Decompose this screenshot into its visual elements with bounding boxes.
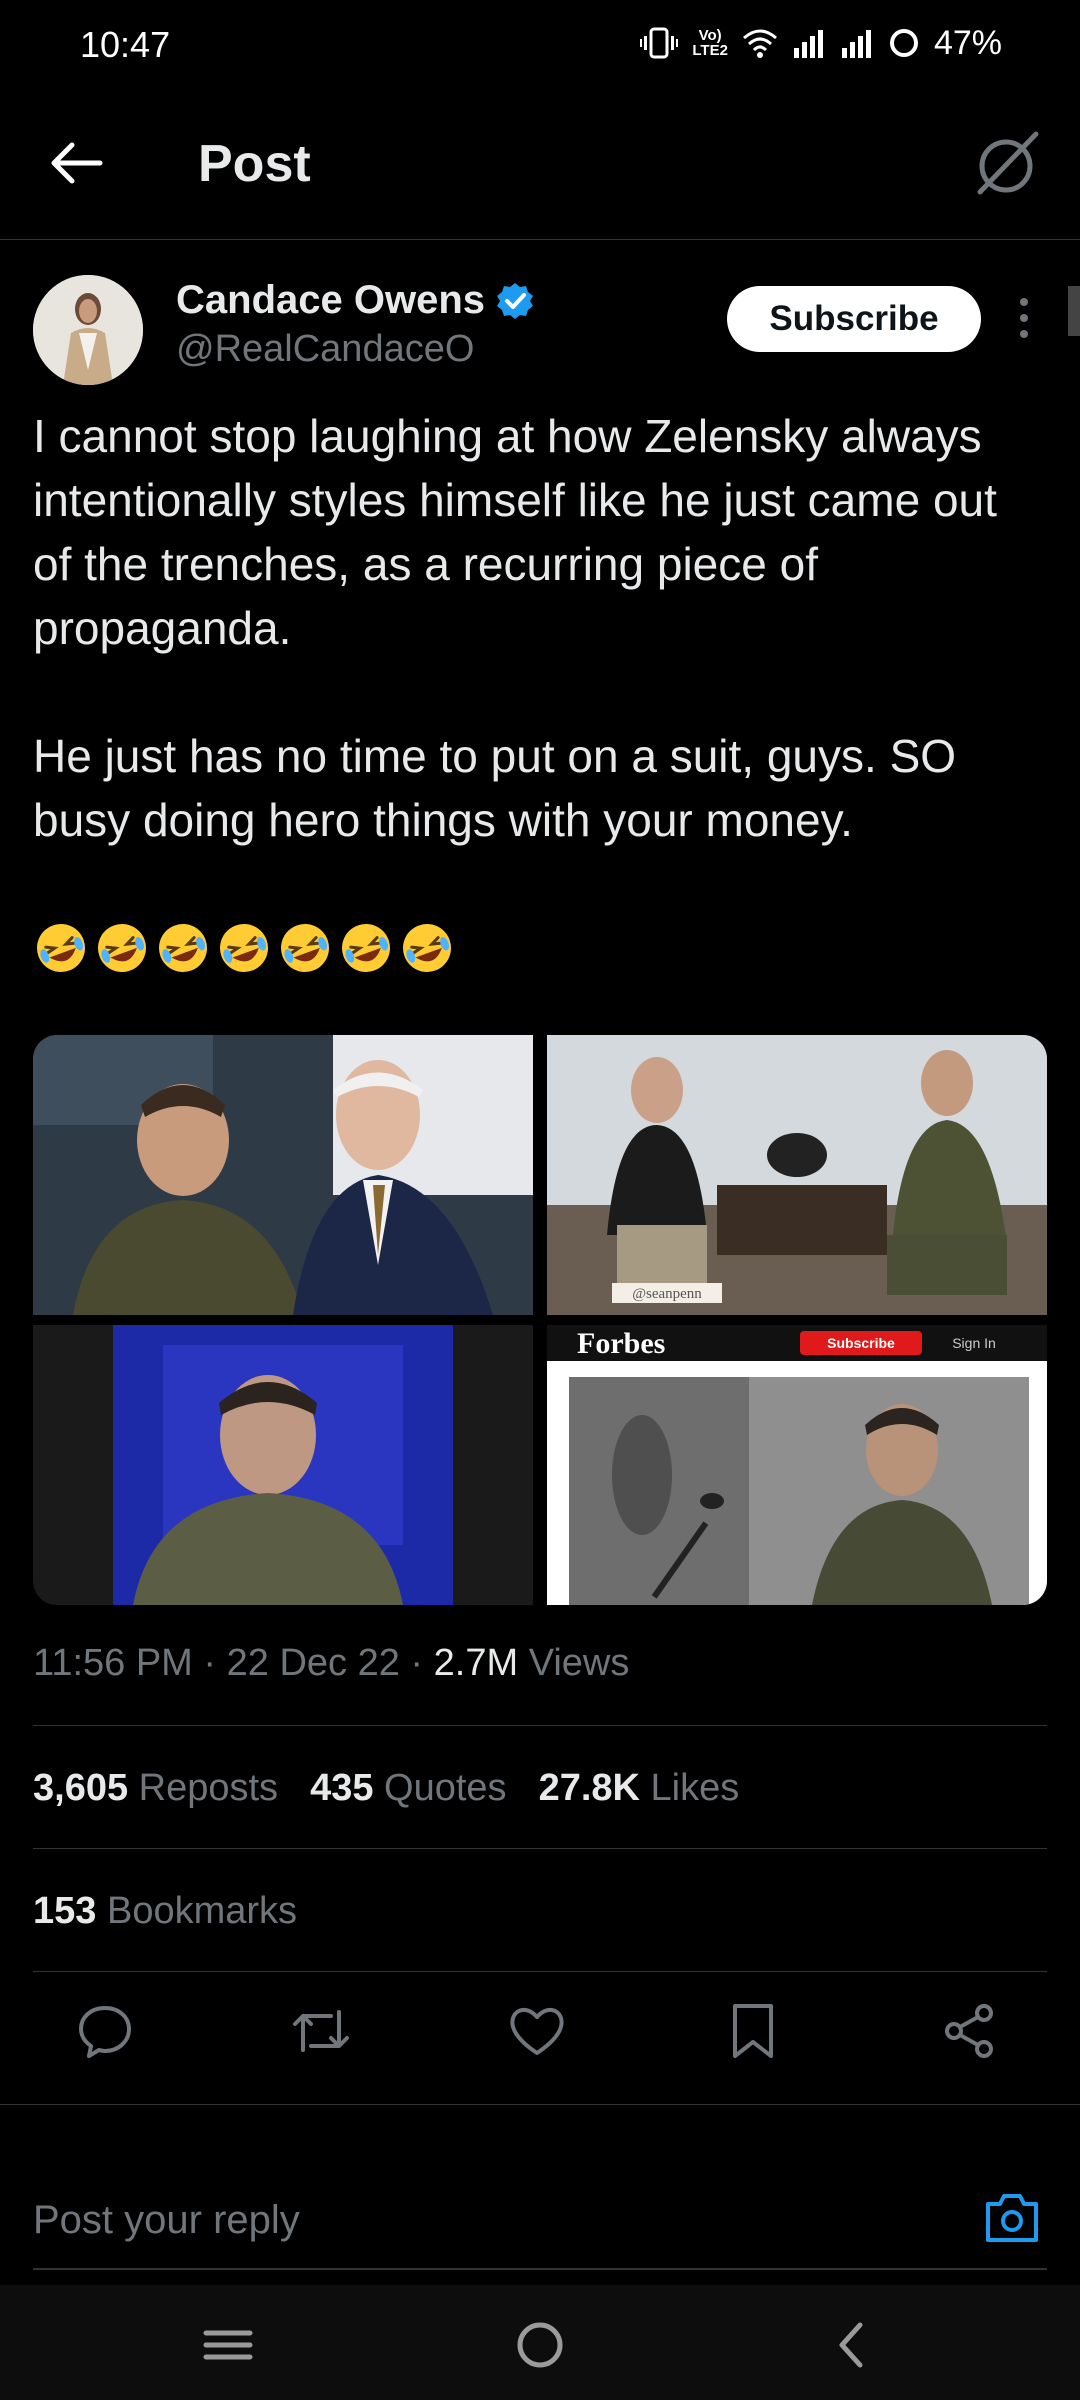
post-text: I cannot stop laughing at how Zelensky a…	[33, 404, 1043, 916]
status-time: 10:47	[80, 24, 171, 65]
reply-input[interactable]	[33, 2185, 933, 2255]
post-date: 22 Dec 22	[226, 1642, 400, 1684]
share-icon	[945, 2004, 993, 2058]
share-button[interactable]	[933, 1995, 1005, 2067]
post-time: 11:56 PM	[33, 1642, 193, 1684]
status-icons: Vo) LTE2 47%	[640, 22, 1002, 64]
media-photo-2[interactable]: @seanpenn	[547, 1035, 1047, 1315]
like-icon	[510, 2008, 564, 2055]
divider	[33, 1848, 1047, 1849]
forbes-logo: Forbes	[577, 1327, 665, 1360]
rolling-on-the-floor-laughing-emoji	[37, 924, 85, 972]
scrollbar-thumb[interactable]	[1068, 286, 1080, 336]
reply-button[interactable]	[69, 1995, 141, 2067]
camera-icon[interactable]	[982, 2190, 1042, 2246]
post-paragraph-1: I cannot stop laughing at how Zelensky a…	[33, 410, 997, 654]
top-app-bar: Post	[0, 100, 1080, 240]
signal-1-icon	[793, 30, 823, 58]
divider	[33, 1725, 1047, 1726]
post-meta: 11:56 PM · 22 Dec 22 · 2.7M Views	[33, 1642, 630, 1684]
recent-apps-icon[interactable]	[198, 2315, 258, 2375]
media-grid: @seanpenn Forbes Subscribe Sign In	[33, 1035, 1047, 1605]
wifi-icon	[742, 29, 777, 58]
repost-icon	[293, 2010, 349, 2052]
rolling-on-the-floor-laughing-emoji	[403, 924, 451, 972]
rolling-on-the-floor-laughing-emoji	[98, 924, 146, 972]
battery-icon	[889, 29, 918, 57]
photo-seanpenn-meeting: @seanpenn	[547, 1035, 1047, 1315]
status-bar: 10:47 Vo) LTE2 47%	[0, 0, 1080, 90]
author-name[interactable]: Candace Owens	[176, 278, 485, 323]
rolling-on-the-floor-laughing-emoji	[342, 924, 390, 972]
photo-forbes-article: Forbes Subscribe Sign In	[547, 1325, 1047, 1605]
grok-icon[interactable]	[970, 126, 1046, 202]
post-actions	[33, 1995, 1047, 2075]
photo-zelensky-biden	[33, 1035, 533, 1315]
bookmark-icon	[733, 2004, 773, 2058]
divider	[33, 1971, 1047, 1972]
rolling-on-the-floor-laughing-emoji	[281, 924, 329, 972]
home-icon[interactable]	[510, 2315, 570, 2375]
media-photo-1[interactable]	[33, 1035, 533, 1315]
author-name-row[interactable]: Candace Owens	[176, 278, 535, 323]
forbes-subscribe: Subscribe	[827, 1335, 895, 1351]
author-handle[interactable]: @RealCandaceO	[176, 328, 474, 371]
repost-button[interactable]	[285, 1995, 357, 2067]
rolling-on-the-floor-laughing-emoji	[159, 924, 207, 972]
signal-2-icon	[841, 30, 871, 58]
vibrate-icon	[640, 27, 679, 59]
bookmark-stats: 153 Bookmarks	[33, 1890, 297, 1933]
more-options-icon[interactable]	[1010, 292, 1038, 344]
volte-icon: Vo) LTE2	[692, 27, 728, 59]
system-nav-bar	[0, 2285, 1080, 2400]
reply-divider	[0, 2104, 1080, 2105]
reposts-stat[interactable]: 3,605 Reposts	[33, 1767, 278, 1810]
media-photo-3[interactable]	[33, 1325, 533, 1605]
arrow-left-icon[interactable]	[44, 130, 110, 196]
media-photo-4[interactable]: Forbes Subscribe Sign In	[547, 1325, 1047, 1605]
views-label: Views	[528, 1642, 630, 1684]
likes-stat[interactable]: 27.8K Likes	[539, 1767, 740, 1810]
bookmarks-stat[interactable]: 153 Bookmarks	[33, 1890, 297, 1933]
photo-zelensky-blue	[33, 1325, 533, 1605]
emoji-row	[33, 920, 455, 976]
reply-underline	[33, 2268, 1047, 2270]
subscribe-button[interactable]: Subscribe	[727, 286, 981, 352]
rolling-on-the-floor-laughing-emoji	[220, 924, 268, 972]
bookmark-button[interactable]	[717, 1995, 789, 2067]
page-title: Post	[198, 135, 311, 193]
avatar[interactable]	[33, 275, 143, 385]
avatar-image	[33, 275, 143, 385]
quotes-stat[interactable]: 435 Quotes	[310, 1767, 507, 1810]
photo-watermark: @seanpenn	[632, 1286, 702, 1302]
back-icon[interactable]	[822, 2315, 882, 2375]
post-paragraph-2: He just has no time to put on a suit, gu…	[33, 730, 957, 846]
forbes-signin: Sign In	[952, 1335, 996, 1351]
battery-percent: 47%	[933, 23, 1002, 62]
views-count: 2.7M	[433, 1642, 519, 1684]
verified-badge-icon	[497, 282, 534, 319]
engagement-stats: 3,605 Reposts 435 Quotes 27.8K Likes	[33, 1767, 739, 1810]
reply-icon	[79, 2006, 131, 2058]
like-button[interactable]	[501, 1995, 573, 2067]
